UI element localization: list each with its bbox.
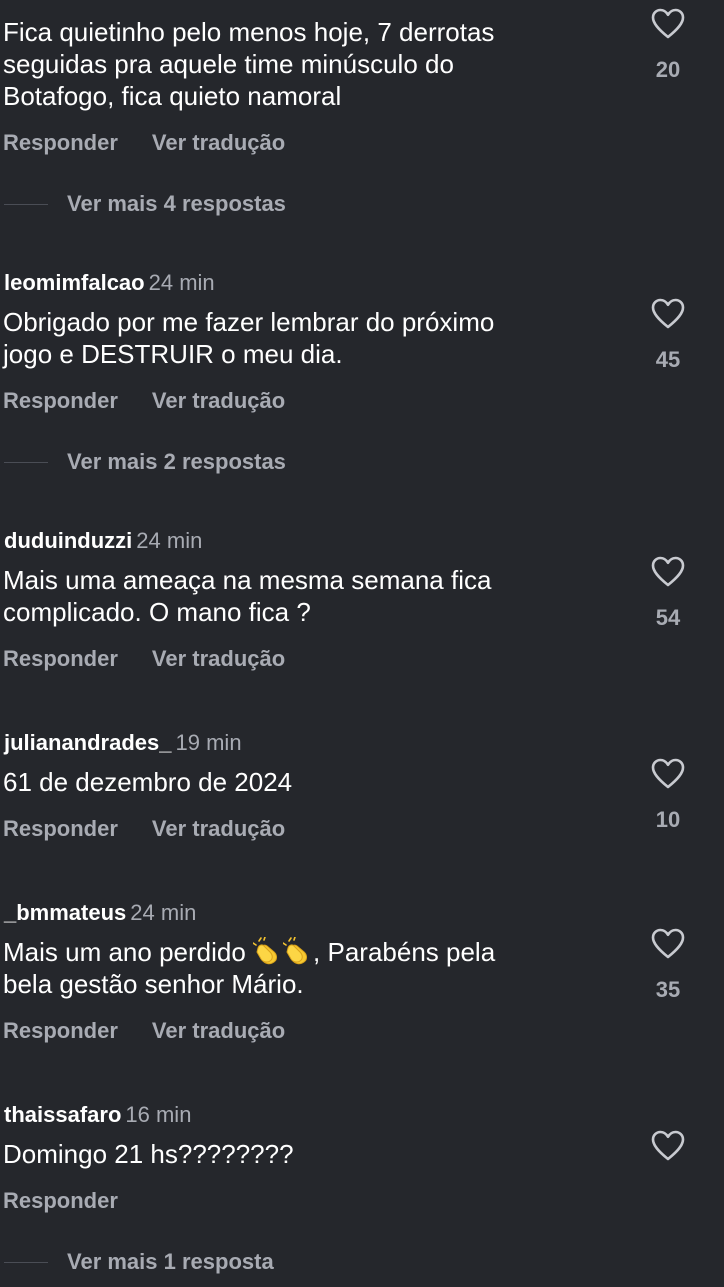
heart-outline-icon [651, 1130, 685, 1161]
like-count: 54 [655, 605, 681, 630]
comment-text: Domingo 21 hs???????? [3, 1139, 294, 1169]
reply-button[interactable]: Responder [3, 130, 118, 155]
view-replies-label[interactable]: Ver mais 2 respostas [67, 448, 286, 476]
comment-time: 24 min [148, 270, 215, 295]
comment-text: Obrigado por me fazer lembrar do próximo… [3, 307, 495, 369]
comment-meta: _bmmateus 24 min [4, 900, 196, 926]
comment-actions: Responder Ver tradução [3, 645, 285, 673]
heart-outline-icon [651, 928, 685, 959]
comment-username[interactable]: duduinduzzi [4, 528, 132, 553]
comment-text-start: Mais um ano perdido [3, 937, 254, 967]
like-count: 35 [655, 977, 681, 1002]
comment-text: Mais um ano perdido , Parabéns pela bela… [3, 936, 603, 1000]
like-button[interactable] [648, 8, 688, 40]
like-count: 45 [655, 347, 681, 372]
comment-time: 19 min [175, 730, 242, 755]
translate-button[interactable]: Ver tradução [152, 646, 285, 671]
heart-outline-icon [651, 298, 685, 329]
comment-meta: thaissafaro 16 min [4, 1102, 191, 1128]
reply-button[interactable]: Responder [3, 388, 118, 413]
like-count: 20 [655, 57, 681, 82]
comment-actions: Responder Ver tradução [3, 129, 285, 157]
like-button[interactable] [648, 928, 688, 960]
like-button[interactable] [648, 1130, 688, 1162]
comment-text: Fica quietinho pelo menos hoje, 7 derrot… [3, 17, 495, 111]
comment-time: 24 min [130, 900, 197, 925]
reply-button[interactable]: Responder [3, 1188, 118, 1213]
heart-outline-icon [651, 758, 685, 789]
heart-outline-icon [651, 8, 685, 39]
comment-username[interactable]: julianandrades_ [4, 730, 172, 755]
like-button[interactable] [648, 298, 688, 330]
heart-outline-icon [651, 556, 685, 587]
comment-time: 16 min [125, 1102, 192, 1127]
comment-meta: julianandrades_ 19 min [4, 730, 242, 756]
view-replies-label[interactable]: Ver mais 4 respostas [67, 190, 286, 218]
translate-button[interactable]: Ver tradução [152, 816, 285, 841]
replies-divider [4, 462, 48, 463]
comment-meta: leomimfalcao 24 min [4, 270, 215, 296]
comment-meta: duduinduzzi 24 min [4, 528, 202, 554]
like-button[interactable] [648, 556, 688, 588]
translate-button[interactable]: Ver tradução [152, 130, 285, 155]
replies-divider [4, 204, 48, 205]
translate-button[interactable]: Ver tradução [152, 388, 285, 413]
clapping-hands-emoji-icon [253, 937, 278, 965]
clapping-hands-emoji-icon [283, 937, 308, 965]
like-button[interactable] [648, 758, 688, 790]
comment-actions: Responder Ver tradução [3, 387, 285, 415]
reply-button[interactable]: Responder [3, 646, 118, 671]
translate-button[interactable]: Ver tradução [152, 1018, 285, 1043]
reply-button[interactable]: Responder [3, 816, 118, 841]
comment-username[interactable]: _bmmateus [4, 900, 126, 925]
comment-text: Mais uma ameaça na mesma semana fica com… [3, 565, 492, 627]
view-replies-label[interactable]: Ver mais 1 resposta [67, 1248, 274, 1276]
like-count: 10 [655, 807, 681, 832]
comment-actions: Responder Ver tradução [3, 1017, 285, 1045]
replies-divider [4, 1262, 48, 1263]
comment-username[interactable]: leomimfalcao [4, 270, 145, 295]
comment-username[interactable]: thaissafaro [4, 1102, 121, 1127]
reply-button[interactable]: Responder [3, 1018, 118, 1043]
comment-time: 24 min [136, 528, 203, 553]
comment-text: 61 de dezembro de 2024 [3, 767, 293, 797]
comment-actions: Responder [3, 1187, 118, 1215]
comment-actions: Responder Ver tradução [3, 815, 285, 843]
